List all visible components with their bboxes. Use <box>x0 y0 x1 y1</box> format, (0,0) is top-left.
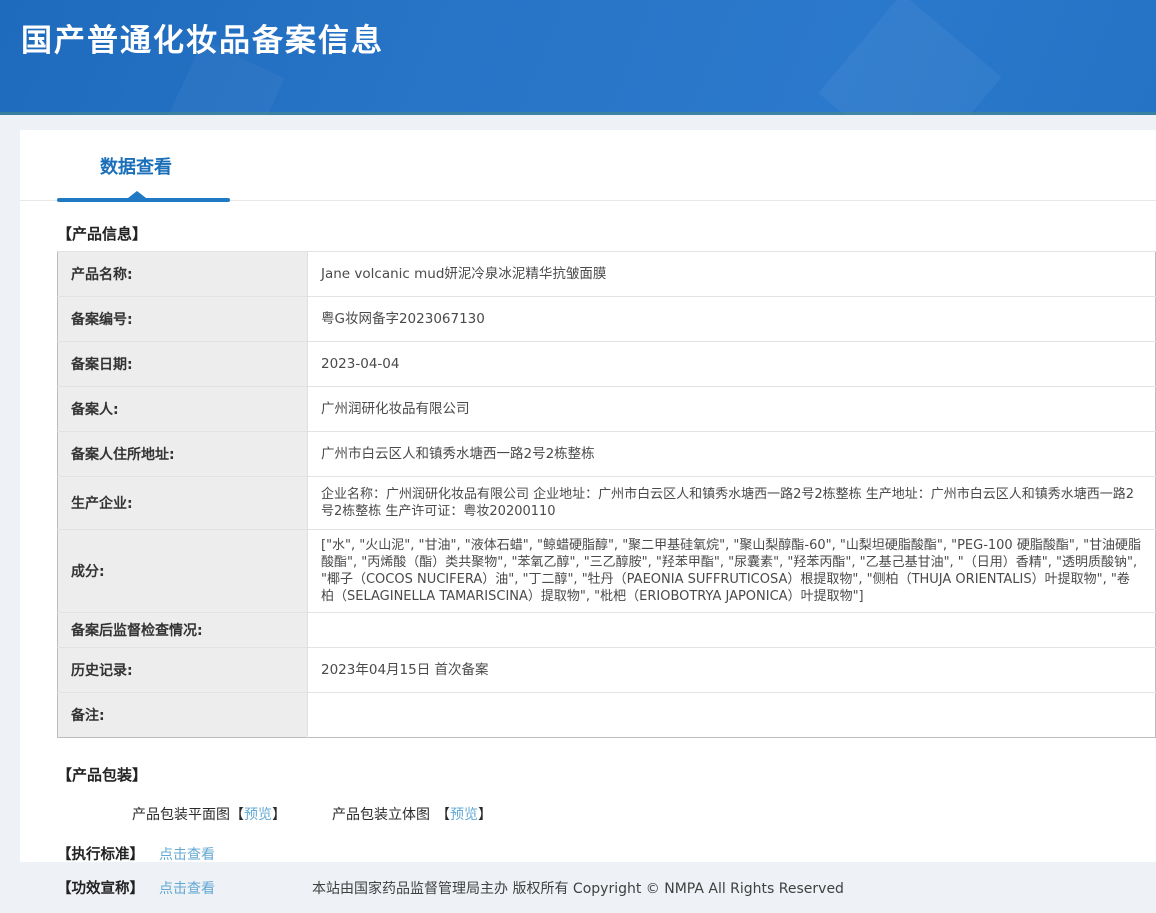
row-value: 粤G妆网备字2023067130 <box>308 297 1156 342</box>
exec-standard-row: 【执行标准】点击查看 <box>57 843 1156 864</box>
packaging-flat-preview-link[interactable]: 预览 <box>244 807 272 823</box>
table-row: 备案人住所地址: 广州市白云区人和镇秀水塘西一路2号2栋整栋 <box>58 432 1156 477</box>
table-row: 备案人: 广州润研化妆品有限公司 <box>58 387 1156 432</box>
table-row: 成分: ["水", "火山泥", "甘油", "液体石蜡", "鲸蜡硬脂醇", … <box>58 530 1156 613</box>
row-label: 备注: <box>58 693 308 738</box>
page-header: 国产普通化妆品备案信息 <box>0 0 1156 115</box>
row-label: 生产企业: <box>58 477 308 530</box>
row-value: 2023-04-04 <box>308 342 1156 387</box>
row-value: 广州市白云区人和镇秀水塘西一路2号2栋整栋 <box>308 432 1156 477</box>
bracket-open: 【 <box>436 807 450 823</box>
row-label: 备案日期: <box>58 342 308 387</box>
bracket-close: 】 <box>478 807 492 823</box>
row-value: 广州润研化妆品有限公司 <box>308 387 1156 432</box>
row-label: 备案编号: <box>58 297 308 342</box>
table-row: 生产企业: 企业名称：广州润研化妆品有限公司 企业地址：广州市白云区人和镇秀水塘… <box>58 477 1156 530</box>
tab-pointer-triangle-icon <box>128 191 146 198</box>
bracket-close: 】 <box>272 807 286 823</box>
row-value: ["水", "火山泥", "甘油", "液体石蜡", "鲸蜡硬脂醇", "聚二甲… <box>308 530 1156 613</box>
section-heading-packaging: 【产品包装】 <box>57 764 1156 785</box>
page-title: 国产普通化妆品备案信息 <box>0 0 1156 60</box>
row-label: 备案人: <box>58 387 308 432</box>
tab-bar: 数据查看 <box>20 130 1156 201</box>
exec-standard-label: 【执行标准】 <box>57 847 144 863</box>
table-row: 备案日期: 2023-04-04 <box>58 342 1156 387</box>
efficacy-claim-label: 【功效宣称】 <box>57 881 144 897</box>
packaging-links-row: 产品包装平面图【预览】产品包装立体图【预览】 <box>132 804 1156 824</box>
row-value: 企业名称：广州润研化妆品有限公司 企业地址：广州市白云区人和镇秀水塘西一路2号2… <box>308 477 1156 530</box>
table-row: 备注: <box>58 693 1156 738</box>
efficacy-claim-row: 【功效宣称】点击查看 <box>57 877 1156 898</box>
bracket-open: 【 <box>230 807 244 823</box>
efficacy-claim-view-link[interactable]: 点击查看 <box>159 881 215 897</box>
tab-data-view[interactable]: 数据查看 <box>100 153 172 179</box>
product-info-table: 产品名称: Jane volcanic mud妍泥冷泉冰泥精华抗皱面膜 备案编号… <box>57 251 1156 738</box>
packaging-stereo-preview-link[interactable]: 预览 <box>450 807 478 823</box>
content-card: 数据查看 【产品信息】 产品名称: Jane volcanic mud妍泥冷泉冰… <box>20 130 1156 862</box>
table-row: 历史记录: 2023年04月15日 首次备案 <box>58 648 1156 693</box>
row-value <box>308 693 1156 738</box>
table-row: 产品名称: Jane volcanic mud妍泥冷泉冰泥精华抗皱面膜 <box>58 252 1156 297</box>
row-label: 备案人住所地址: <box>58 432 308 477</box>
row-label: 成分: <box>58 530 308 613</box>
row-label: 备案后监督检查情况: <box>58 613 308 648</box>
row-label: 产品名称: <box>58 252 308 297</box>
packaging-flat-label: 产品包装平面图 <box>132 807 230 823</box>
exec-standard-view-link[interactable]: 点击查看 <box>159 847 215 863</box>
table-row: 备案编号: 粤G妆网备字2023067130 <box>58 297 1156 342</box>
section-heading-product-info: 【产品信息】 <box>57 223 1156 244</box>
packaging-stereo-label: 产品包装立体图 <box>332 807 430 823</box>
row-value <box>308 613 1156 648</box>
row-label: 历史记录: <box>58 648 308 693</box>
row-value: Jane volcanic mud妍泥冷泉冰泥精华抗皱面膜 <box>308 252 1156 297</box>
row-value: 2023年04月15日 首次备案 <box>308 648 1156 693</box>
tab-active-underline <box>57 198 230 202</box>
table-row: 备案后监督检查情况: <box>58 613 1156 648</box>
